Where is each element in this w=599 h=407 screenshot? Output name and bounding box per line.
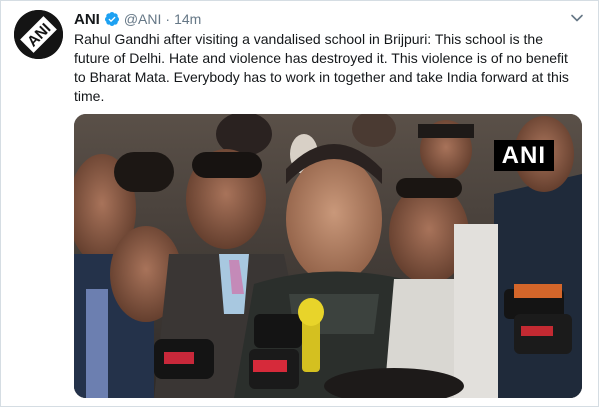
tweet-text: Rahul Gandhi after visiting a vandalised…	[74, 31, 569, 104]
display-name[interactable]: ANI	[74, 11, 100, 28]
ani-logo-icon: ANI	[14, 10, 63, 59]
avatar[interactable]: ANI	[14, 10, 63, 59]
tweet-media-photo[interactable]: ANI	[74, 114, 582, 398]
timestamp[interactable]: 14m	[174, 11, 201, 27]
user-handle[interactable]: @ANI	[124, 11, 162, 27]
ani-watermark: ANI	[493, 140, 554, 171]
separator-dot: ·	[165, 11, 171, 27]
chevron-down-icon[interactable]	[570, 11, 584, 25]
tweet-header: ANI @ANI · 14m	[74, 10, 201, 28]
verified-badge-icon	[104, 12, 119, 26]
tweet-card[interactable]: ANI ANI @ANI · 14m Rahul Gandhi after vi…	[0, 0, 599, 407]
